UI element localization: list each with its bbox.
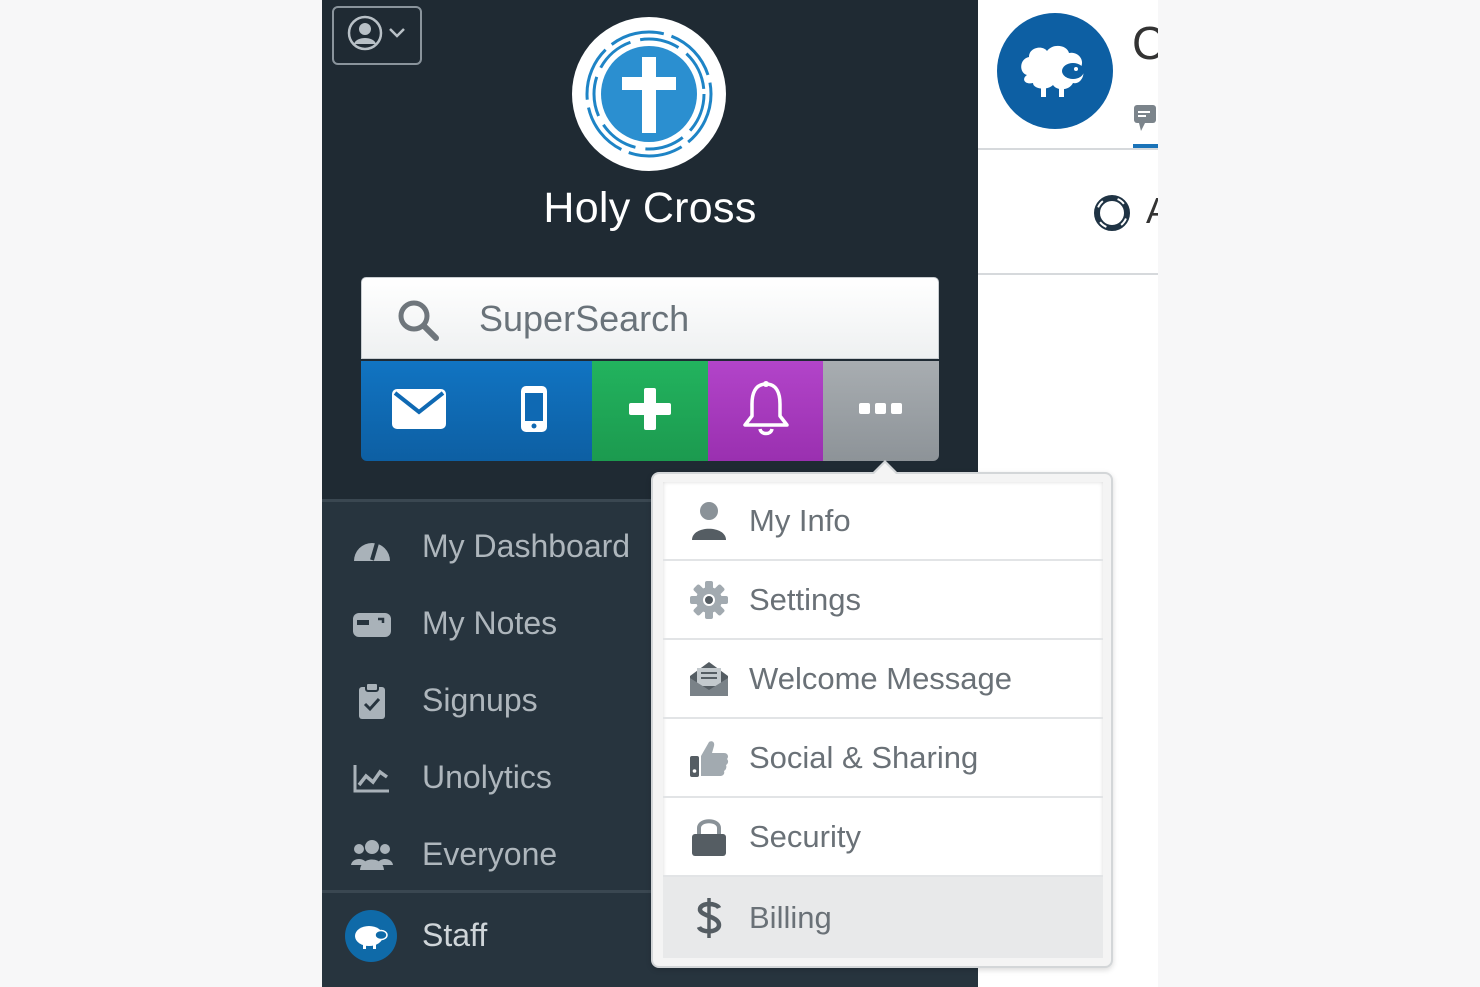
search-icon bbox=[396, 298, 440, 347]
account-menu-button[interactable] bbox=[332, 6, 422, 65]
menu-item-label: My Info bbox=[749, 502, 851, 538]
thumbs-up-icon bbox=[689, 738, 729, 778]
mailbox-icon bbox=[350, 602, 394, 646]
user-circle-icon bbox=[347, 15, 383, 56]
sidebar-item-label: My Dashboard bbox=[422, 528, 631, 564]
sheep-icon bbox=[997, 13, 1113, 129]
menu-item-my-info[interactable]: My Info bbox=[663, 482, 1103, 561]
cross-logo-icon bbox=[583, 28, 715, 160]
sidebar-item-unolytics[interactable]: Unolytics bbox=[322, 739, 662, 816]
page-title: C bbox=[1132, 17, 1158, 69]
sidebar-item-my-notes[interactable]: My Notes bbox=[322, 585, 662, 662]
dollar-icon bbox=[689, 897, 729, 938]
more-dropdown-menu: My Info Settings Welcome Message Social … bbox=[651, 460, 1113, 968]
menu-item-label: Welcome Message bbox=[749, 660, 1013, 696]
dropdown-list: My Info Settings Welcome Message Social … bbox=[663, 482, 1103, 958]
plus-icon bbox=[627, 386, 673, 437]
chart-line-icon bbox=[350, 756, 394, 800]
lock-icon bbox=[689, 817, 729, 857]
lifebuoy-icon[interactable] bbox=[1094, 195, 1130, 236]
ellipsis-icon bbox=[858, 402, 904, 421]
envelope-open-icon bbox=[689, 659, 729, 699]
supersearch-field[interactable]: SuperSearch bbox=[361, 277, 939, 359]
sidebar-item-label: Everyone bbox=[422, 836, 558, 872]
bell-icon bbox=[740, 380, 792, 443]
notifications-button[interactable] bbox=[707, 361, 824, 461]
more-button[interactable] bbox=[823, 361, 939, 461]
sidebar-item-my-dashboard[interactable]: My Dashboard bbox=[322, 508, 662, 585]
divider bbox=[978, 273, 1158, 275]
sidebar-item-signups[interactable]: Signups bbox=[322, 662, 662, 739]
divider bbox=[978, 148, 1158, 150]
sidebar-item-label: Staff bbox=[422, 917, 488, 953]
dashboard-gauge-icon bbox=[350, 525, 394, 569]
menu-item-welcome-message[interactable]: Welcome Message bbox=[663, 640, 1103, 719]
sidebar-item-everyone[interactable]: Everyone bbox=[322, 816, 662, 893]
church-logo[interactable] bbox=[572, 17, 726, 171]
user-icon bbox=[689, 501, 729, 541]
help-label: A bbox=[1146, 190, 1158, 232]
menu-item-label: Security bbox=[749, 818, 861, 854]
clipboard-check-icon bbox=[350, 679, 394, 723]
menu-item-billing[interactable]: Billing bbox=[663, 877, 1103, 958]
email-button[interactable] bbox=[361, 361, 477, 461]
sidebar-item-label: My Notes bbox=[422, 605, 558, 641]
sidebar-item-label: Signups bbox=[422, 682, 538, 718]
group-avatar[interactable] bbox=[997, 13, 1113, 129]
menu-item-label: Settings bbox=[749, 581, 862, 617]
gear-icon bbox=[689, 580, 729, 620]
menu-item-security[interactable]: Security bbox=[663, 798, 1103, 877]
menu-item-label: Billing bbox=[749, 899, 832, 935]
mobile-phone-icon bbox=[519, 384, 549, 439]
comment-icon[interactable] bbox=[1133, 104, 1157, 139]
menu-item-settings[interactable]: Settings bbox=[663, 561, 1103, 640]
sidebar-item-staff[interactable]: Staff bbox=[322, 897, 662, 974]
organization-name: Holy Cross bbox=[543, 184, 757, 232]
sheep-icon bbox=[344, 909, 398, 963]
menu-item-label: Social & Sharing bbox=[749, 739, 979, 775]
menu-item-social-sharing[interactable]: Social & Sharing bbox=[663, 719, 1103, 798]
envelope-icon bbox=[390, 387, 448, 436]
quick-action-bar bbox=[361, 361, 939, 461]
add-button[interactable] bbox=[592, 361, 708, 461]
search-input[interactable]: SuperSearch bbox=[479, 298, 689, 340]
sidebar-item-label: Unolytics bbox=[422, 759, 552, 795]
mobile-button[interactable] bbox=[476, 361, 593, 461]
chevron-down-icon bbox=[387, 26, 407, 45]
users-group-icon bbox=[350, 833, 394, 877]
